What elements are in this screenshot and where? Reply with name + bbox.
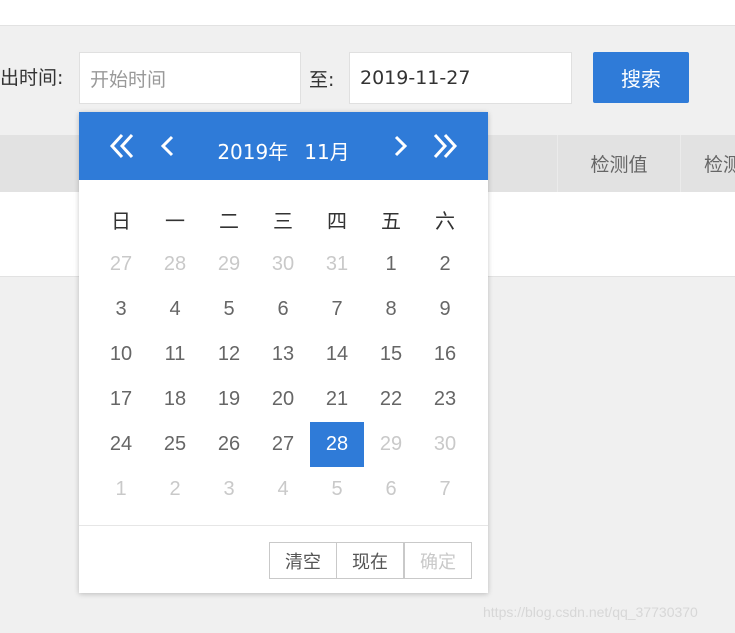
weekday-wed: 三 bbox=[273, 209, 293, 233]
day-cell[interactable]: 29 bbox=[364, 422, 418, 467]
day-cell[interactable]: 5 bbox=[202, 287, 256, 332]
date-picker-header: 2019年 11月 bbox=[79, 112, 488, 180]
day-cell[interactable]: 31 bbox=[310, 242, 364, 287]
clear-button[interactable]: 清空 bbox=[269, 542, 337, 579]
day-cell[interactable]: 2 bbox=[148, 467, 202, 512]
day-cell[interactable]: 26 bbox=[202, 422, 256, 467]
day-cell[interactable]: 10 bbox=[94, 332, 148, 377]
year-label[interactable]: 2019年 bbox=[217, 140, 288, 164]
column-header-check-value[interactable]: 检测值 bbox=[557, 135, 680, 192]
top-bar bbox=[0, 0, 735, 26]
double-chevron-right-icon bbox=[433, 133, 458, 159]
time-from-label: 出时间: bbox=[0, 67, 64, 89]
day-cell[interactable]: 19 bbox=[202, 377, 256, 422]
weekday-fri: 五 bbox=[381, 209, 401, 233]
day-cell[interactable]: 20 bbox=[256, 377, 310, 422]
day-cell[interactable]: 3 bbox=[94, 287, 148, 332]
day-cell[interactable]: 27 bbox=[256, 422, 310, 467]
confirm-button[interactable]: 确定 bbox=[404, 542, 472, 579]
day-cell[interactable]: 29 bbox=[202, 242, 256, 287]
day-cell[interactable]: 25 bbox=[148, 422, 202, 467]
day-cell[interactable]: 30 bbox=[418, 422, 472, 467]
day-cell[interactable]: 4 bbox=[148, 287, 202, 332]
column-header-check-truncated[interactable]: 检测 bbox=[680, 135, 735, 192]
day-cell[interactable]: 16 bbox=[418, 332, 472, 377]
next-year-icon[interactable] bbox=[430, 130, 460, 162]
day-cell[interactable]: 1 bbox=[94, 467, 148, 512]
end-time-value: 2019-11-27 bbox=[360, 67, 471, 89]
day-cell[interactable]: 30 bbox=[256, 242, 310, 287]
day-cell[interactable]: 27 bbox=[94, 242, 148, 287]
start-time-input[interactable]: 开始时间 bbox=[79, 52, 301, 104]
date-picker-popup: 2019年 11月 日 一 二 三 四 五 六 27 28 29 30 31 1 2 3 4 5 6 7… bbox=[79, 112, 488, 593]
day-cell[interactable]: 13 bbox=[256, 332, 310, 377]
watermark: https://blog.csdn.net/qq_37730370 bbox=[483, 604, 698, 620]
next-month-icon[interactable] bbox=[385, 130, 415, 162]
day-cell[interactable]: 6 bbox=[256, 287, 310, 332]
date-picker-footer: 清空 现在 确定 bbox=[79, 525, 488, 593]
weekday-sun: 日 bbox=[111, 209, 131, 233]
weekday-row: 日 一 二 三 四 五 六 bbox=[94, 205, 472, 235]
day-cell[interactable]: 8 bbox=[364, 287, 418, 332]
start-time-placeholder: 开始时间 bbox=[90, 68, 167, 91]
weekday-thu: 四 bbox=[327, 209, 347, 233]
time-to-label: 至: bbox=[309, 69, 335, 91]
day-cell[interactable]: 7 bbox=[310, 287, 364, 332]
day-cell[interactable]: 12 bbox=[202, 332, 256, 377]
day-cell[interactable]: 22 bbox=[364, 377, 418, 422]
day-cell[interactable]: 21 bbox=[310, 377, 364, 422]
day-cell[interactable]: 2 bbox=[418, 242, 472, 287]
day-cell[interactable]: 6 bbox=[364, 467, 418, 512]
day-cell[interactable]: 1 bbox=[364, 242, 418, 287]
day-grid: 27 28 29 30 31 1 2 3 4 5 6 7 8 9 10 11 12 13 14 15 16 17 18 19 2… bbox=[94, 242, 472, 512]
chevron-right-icon bbox=[394, 135, 408, 157]
day-cell[interactable]: 17 bbox=[94, 377, 148, 422]
month-label[interactable]: 11月 bbox=[304, 140, 349, 164]
day-cell[interactable]: 7 bbox=[418, 467, 472, 512]
day-cell[interactable]: 15 bbox=[364, 332, 418, 377]
now-button[interactable]: 现在 bbox=[336, 542, 404, 579]
day-cell[interactable]: 14 bbox=[310, 332, 364, 377]
day-cell[interactable]: 24 bbox=[94, 422, 148, 467]
day-cell[interactable]: 11 bbox=[148, 332, 202, 377]
day-cell[interactable]: 9 bbox=[418, 287, 472, 332]
end-time-input[interactable]: 2019-11-27 bbox=[349, 52, 572, 104]
day-cell[interactable]: 5 bbox=[310, 467, 364, 512]
weekday-sat: 六 bbox=[435, 209, 455, 233]
day-cell[interactable]: 18 bbox=[148, 377, 202, 422]
day-cell[interactable]: 28 bbox=[148, 242, 202, 287]
weekday-mon: 一 bbox=[165, 209, 185, 233]
weekday-tue: 二 bbox=[219, 209, 239, 233]
search-button[interactable]: 搜索 bbox=[593, 52, 689, 103]
day-cell-selected[interactable]: 28 bbox=[310, 422, 364, 467]
day-cell[interactable]: 4 bbox=[256, 467, 310, 512]
day-cell[interactable]: 3 bbox=[202, 467, 256, 512]
day-cell[interactable]: 23 bbox=[418, 377, 472, 422]
date-picker-title: 2019年 11月 bbox=[79, 136, 488, 165]
